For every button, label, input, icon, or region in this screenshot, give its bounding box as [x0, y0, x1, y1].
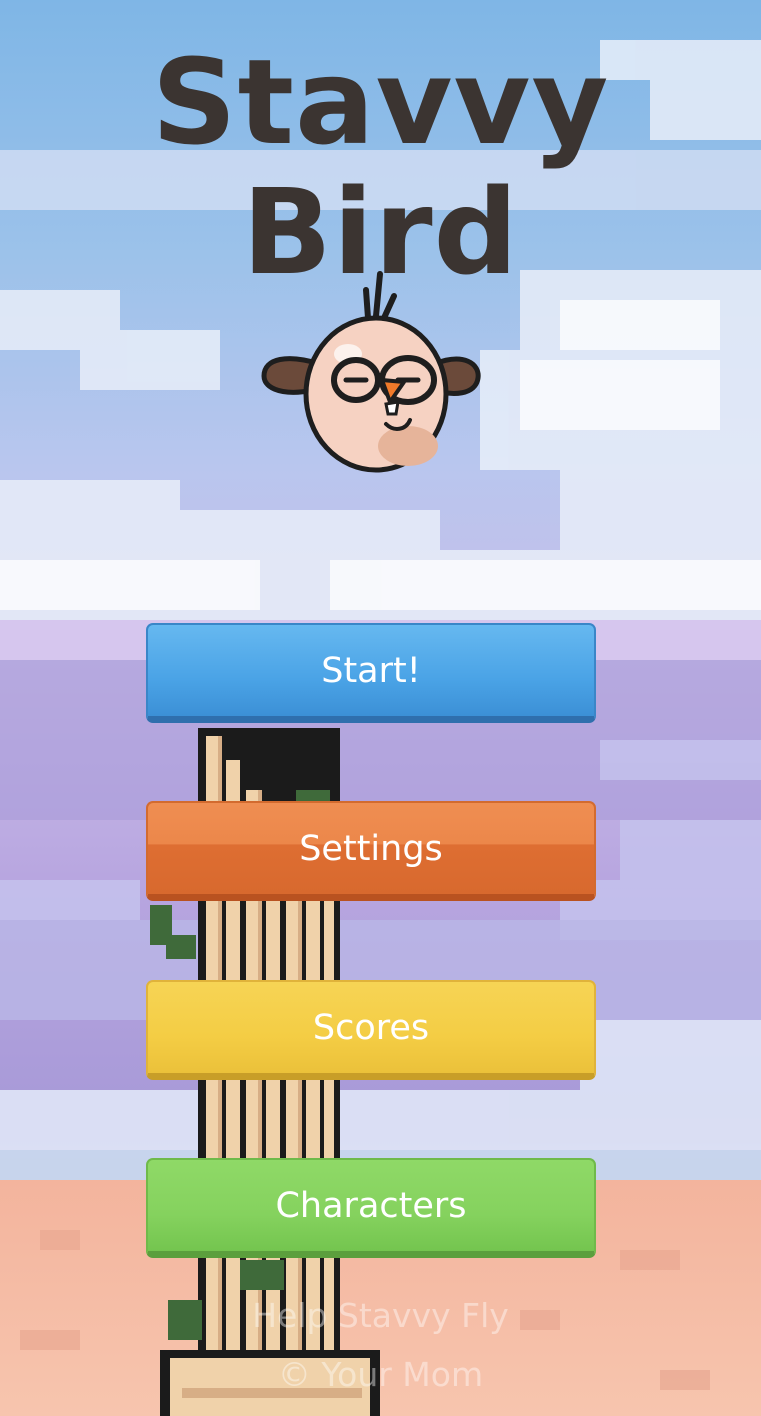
game-title: Stavvy Bird [151, 33, 610, 301]
title-screen: Stavvy Bird Start! Settings Scores Chara… [0, 0, 761, 1416]
footer-copyright: © Your Mom [277, 1355, 484, 1394]
characters-button-label: Characters [275, 1185, 467, 1226]
settings-button[interactable]: Settings [146, 801, 596, 901]
start-button-label: Start! [321, 650, 421, 691]
characters-button[interactable]: Characters [146, 1158, 596, 1258]
footer-tagline: Help Stavvy Fly [252, 1296, 509, 1335]
scores-button[interactable]: Scores [146, 980, 596, 1080]
settings-button-label: Settings [299, 828, 443, 869]
scores-button-label: Scores [312, 1007, 430, 1048]
stavvy-bird-character-icon [261, 271, 481, 473]
start-button[interactable]: Start! [146, 623, 596, 723]
